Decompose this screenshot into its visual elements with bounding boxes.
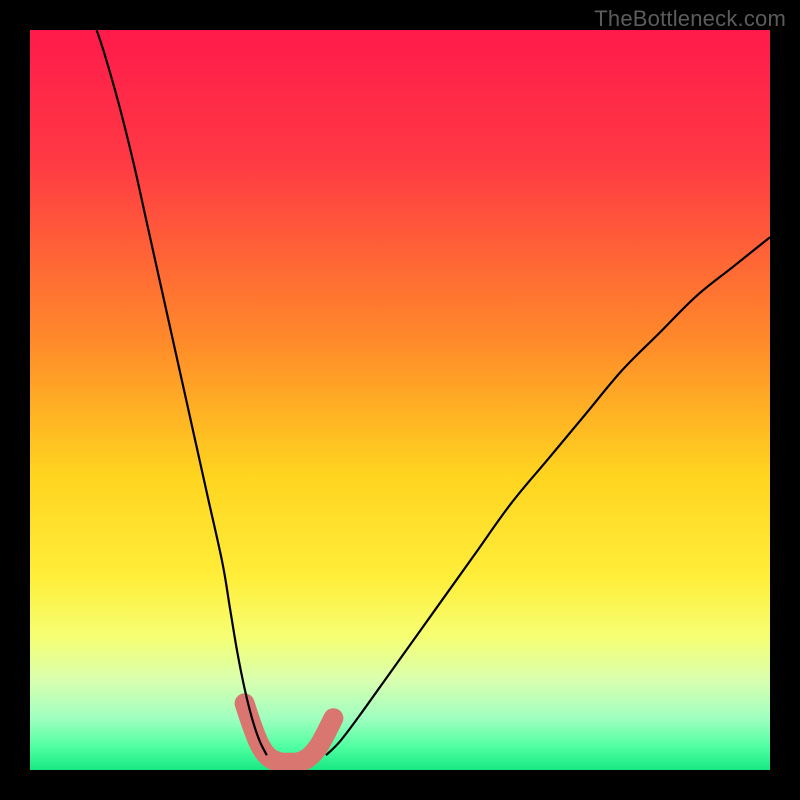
right-curve — [326, 237, 770, 755]
curves-layer — [30, 30, 770, 770]
chart-frame: TheBottleneck.com — [0, 0, 800, 800]
plot-area — [30, 30, 770, 770]
watermark-text: TheBottleneck.com — [594, 6, 786, 32]
left-curve — [97, 30, 267, 755]
highlight-band — [245, 703, 334, 762]
